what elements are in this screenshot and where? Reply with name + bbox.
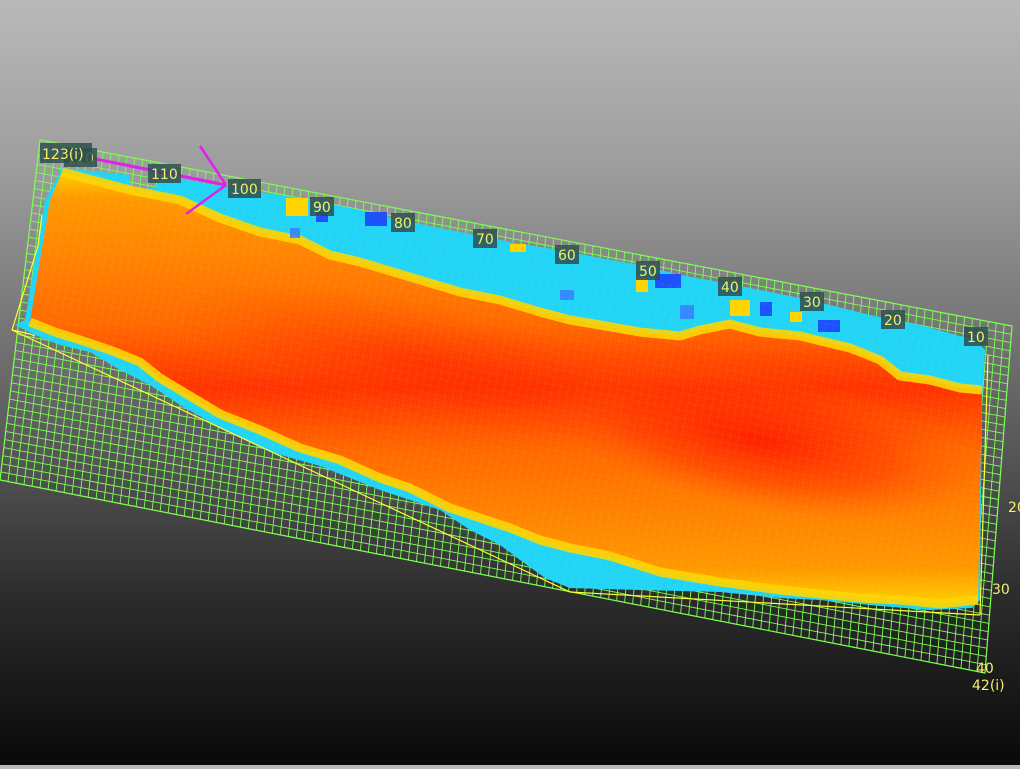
i-axis-corner-text: 123(i) [42, 147, 84, 163]
i-tick-90: 90 [310, 197, 334, 216]
grid-scene[interactable]: 120110100908070605040302010 123(i) 20304… [0, 0, 1020, 765]
i-tick-80: 80 [391, 213, 415, 232]
i-tick-100: 100 [228, 179, 261, 198]
i-tick-label: 110 [151, 167, 178, 183]
j-tick-20: 20 [1008, 500, 1020, 516]
i-tick-40: 40 [718, 277, 742, 296]
colormap-surface [15, 167, 985, 610]
i-tick-label: 70 [476, 232, 494, 248]
i-tick-50: 50 [636, 261, 660, 280]
i-tick-30: 30 [800, 292, 824, 311]
i-tick-label: 90 [313, 200, 331, 216]
i-tick-10: 10 [964, 327, 988, 346]
3d-grid-viewport[interactable]: 120110100908070605040302010 123(i) 20304… [0, 0, 1020, 765]
i-tick-110: 110 [148, 164, 181, 183]
i-axis-corner-label: 123(i) [40, 143, 92, 163]
i-tick-label: 30 [803, 295, 821, 311]
j-tick-40: 40 [976, 661, 994, 677]
i-tick-label: 60 [558, 248, 576, 264]
i-tick-label: 20 [884, 313, 902, 329]
i-tick-label: 100 [231, 182, 258, 198]
i-tick-label: 50 [639, 264, 657, 280]
i-tick-60: 60 [555, 245, 579, 264]
i-tick-label: 40 [721, 280, 739, 296]
i-tick-label: 80 [394, 216, 412, 232]
i-tick-label: 10 [967, 330, 985, 346]
j-axis-corner-label: 42(i) [972, 678, 1005, 694]
j-tick-30: 30 [992, 582, 1010, 598]
i-tick-20: 20 [881, 310, 905, 329]
i-tick-70: 70 [473, 229, 497, 248]
